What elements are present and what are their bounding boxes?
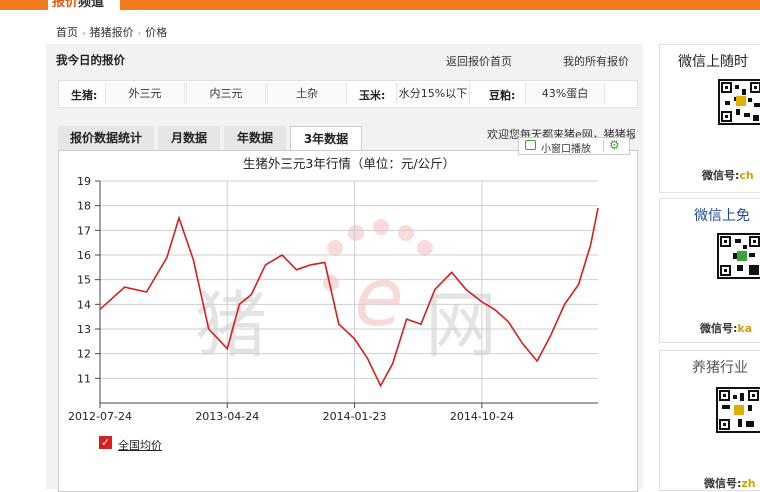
watermark-logo: e [354,251,403,344]
x-tick-label: 2014-10-24 [450,410,514,423]
y-tick-label: 16 [77,249,91,262]
chart-grid [99,180,598,403]
y-tick-label: 18 [77,200,91,213]
y-tick-label: 12 [77,348,91,361]
wechat-id: 微信号:ch [702,169,754,182]
qr-code-icon [717,233,760,279]
sidebar-card-wechat-3: 养猪行业 微信号:zh [659,350,760,491]
watermark-right: 网 [425,283,497,367]
sidebar-card-wechat-2: 微信上免 微信号:ka [659,198,760,343]
x-tick-label: 2014-01-23 [323,410,387,423]
sidebar-card-title: 微信上免 [694,208,750,224]
legend-label[interactable]: 全国均价 [118,437,162,453]
chart-title: 生猪外三元3年行情（单位：元/公斤） [243,156,455,171]
watermark-left: 猪 [195,283,267,367]
watermark: 猪 网 e [195,219,497,367]
price-line-chart: 生猪外三元3年行情（单位：元/公斤） 猪 网 e 11 12 13 14 15 16 17 1… [68,156,599,423]
qr-code-icon [718,79,760,125]
x-tick-label: 2013-04-24 [195,410,259,423]
watermark-dot [373,219,389,235]
y-tick-label: 13 [77,323,91,336]
qr-code-icon [716,387,760,433]
y-tick-label: 17 [77,224,91,237]
sidebar-card-wechat-1: 微信上随时 微信号:ch [659,44,760,193]
sidebar-card-title: 微信上随时 [678,54,748,70]
watermark-dot [327,240,343,256]
watermark-dot [348,225,364,241]
sidebar-card-title: 养猪行业 [692,360,748,376]
watermark-dot [417,240,433,256]
y-tick-label: 14 [77,298,91,311]
x-tick-label: 2012-07-24 [68,410,132,423]
watermark-dot [398,225,414,241]
y-tick-label: 19 [77,175,91,188]
legend-checkbox[interactable]: ✓ [99,436,112,449]
wechat-id: 微信号:ka [700,322,753,335]
y-tick-label: 15 [77,274,91,287]
y-tick-label: 11 [77,372,91,385]
